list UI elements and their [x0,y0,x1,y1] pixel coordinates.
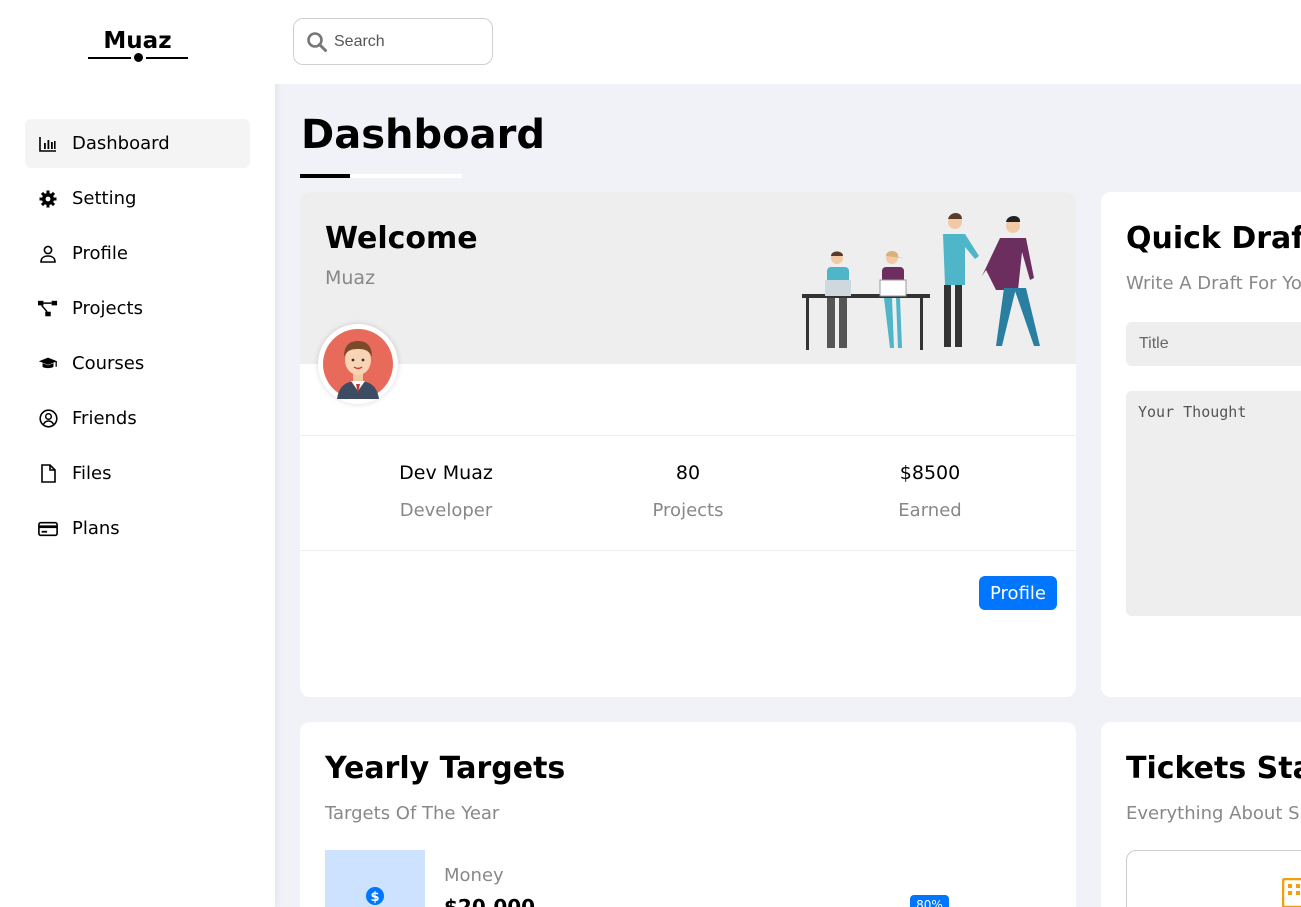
stat-value: 80 [675,462,701,484]
stat-projects: 80 Projects [588,462,788,521]
target-label: Money [444,865,504,886]
stat-label: Projects [652,500,724,521]
sidebar-item-files[interactable]: Files [25,449,250,498]
draft-subtitle: Write A Draft For You [1126,273,1301,294]
targets-subtitle: Targets Of The Year [325,803,500,824]
top-header [275,0,1301,84]
stat-earned: $8500 Earned [830,462,1030,521]
team-illustration [802,213,1040,350]
search-icon [306,31,328,53]
sidebar-item-label: Projects [72,298,143,319]
draft-title-input[interactable] [1126,322,1301,366]
sidebar-item-label: Profile [72,243,128,264]
diagram-icon [38,299,58,319]
sidebar-item-label: Files [72,463,112,484]
welcome-stats: Dev Muaz Developer 80 Projects $8500 Ear… [300,435,1076,551]
building-icon [1282,878,1301,907]
stat-label: Earned [898,500,962,521]
graduation-cap-icon [38,354,58,374]
sidebar-item-plans[interactable]: Plans [25,504,250,553]
sidebar-item-setting[interactable]: Setting [25,174,250,223]
sidebar-item-label: Courses [72,353,145,374]
sidebar-item-projects[interactable]: Projects [25,284,250,333]
credit-card-icon [38,519,58,539]
targets-title: Yearly Targets [325,751,566,786]
sidebar-item-label: Dashboard [72,133,170,154]
target-icon-box: $ [325,850,425,907]
ticket-stat-box [1126,850,1301,907]
money-icon: $ [366,887,384,905]
stat-value: Dev Muaz [399,462,493,484]
profile-button[interactable]: Profile [979,576,1057,610]
draft-title: Quick Draft [1126,221,1301,256]
search-box[interactable] [293,18,493,65]
stat-value: $8500 [899,462,961,484]
sidebar-item-label: Setting [72,188,137,209]
file-icon [38,464,58,484]
gear-icon [38,189,58,209]
draft-thought-textarea[interactable] [1126,391,1301,616]
page-title: Dashboard [301,112,545,158]
quick-draft-card: Quick Draft Write A Draft For You [1101,192,1301,697]
sidebar-item-dashboard[interactable]: Dashboard [25,119,250,168]
sidebar: Muaz Dashboard Setting Profile Projects [0,0,275,907]
tickets-statistics-card: Tickets Statistics Everything About Supp… [1101,722,1301,907]
yearly-targets-card: Yearly Targets Targets Of The Year $ Mon… [300,722,1076,907]
welcome-subtitle: Muaz [325,267,376,289]
title-underline-accent [300,174,350,178]
brand-divider [87,50,188,65]
avatar[interactable] [318,324,398,404]
search-input[interactable] [334,32,484,51]
stat-label: Developer [399,500,493,521]
target-value: $20,000 [444,895,536,907]
sidebar-item-profile[interactable]: Profile [25,229,250,278]
welcome-title: Welcome [325,221,478,256]
sidebar-item-courses[interactable]: Courses [25,339,250,388]
avatar-image [323,329,393,399]
user-circle-icon [38,409,58,429]
welcome-header: Welcome Muaz [300,192,1076,364]
sidebar-item-label: Plans [72,518,120,539]
stat-name: Dev Muaz Developer [346,462,546,521]
sidebar-item-friends[interactable]: Friends [25,394,250,443]
tickets-subtitle: Everything About Support Tickets [1126,803,1301,824]
target-percent-badge: 80% [910,895,949,907]
sidebar-nav: Dashboard Setting Profile Projects Cours… [25,119,250,559]
welcome-card: Welcome Muaz Dev Muaz Developer 80 Proje… [300,192,1076,697]
sidebar-item-label: Friends [72,408,137,429]
user-icon [38,244,58,264]
svg-text:$: $ [370,890,379,905]
chart-icon [38,134,58,154]
tickets-title: Tickets Statistics [1126,751,1301,786]
